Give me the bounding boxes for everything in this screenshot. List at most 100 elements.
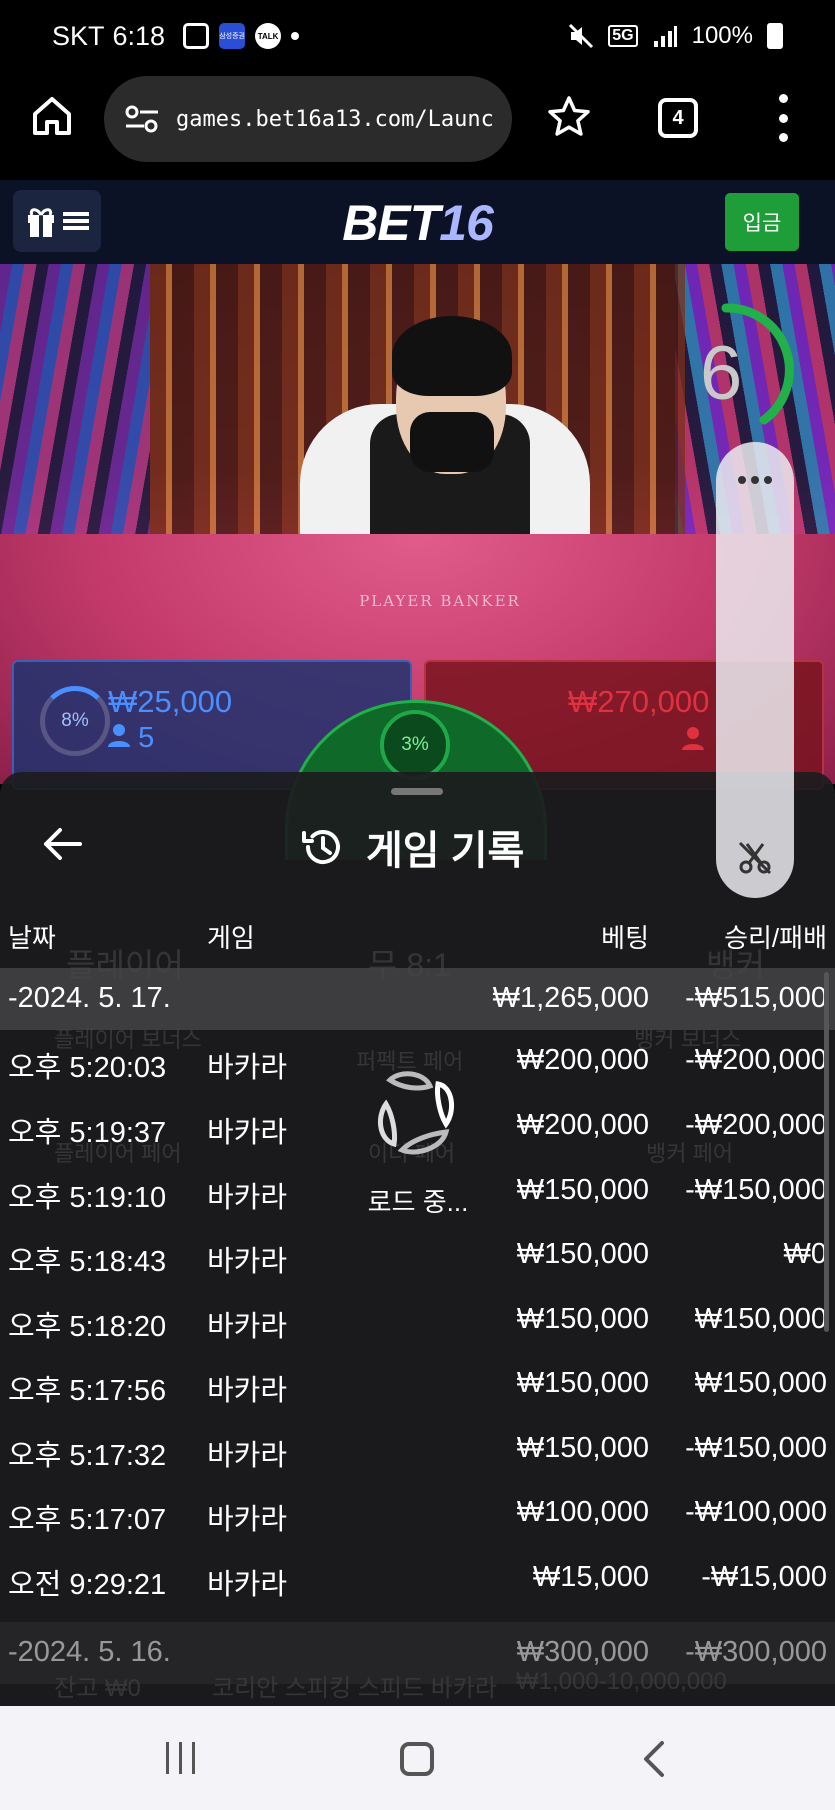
date-group-result: -₩300,000	[685, 1636, 827, 1668]
row-game: 바카라	[207, 1569, 288, 1601]
history-icon	[302, 830, 340, 864]
date-group-bet: ₩1,265,000	[492, 982, 649, 1014]
row-game: 바카라	[207, 1052, 288, 1084]
player-percentage: 8%	[40, 686, 110, 756]
row-bet: ₩200,000	[516, 1044, 649, 1076]
home-icon[interactable]	[30, 94, 74, 138]
clock: 6:18	[112, 20, 166, 51]
battery-icon	[767, 23, 783, 49]
row-time: 오전 9:29:21	[8, 1569, 167, 1601]
recent-apps-button[interactable]	[166, 1742, 195, 1774]
dealer-mask	[410, 412, 494, 472]
date-group-row[interactable]: -2024. 5. 16. ₩300,000 -₩300,000	[0, 1622, 835, 1684]
mute-icon	[569, 23, 594, 49]
logo-number: 16	[439, 195, 494, 251]
bookmark-star-icon[interactable]	[546, 94, 592, 140]
row-time: 오후 5:18:20	[8, 1311, 167, 1343]
row-result: -₩200,000	[685, 1109, 827, 1141]
row-result: -₩15,000	[701, 1561, 827, 1593]
player-bettor-count: 5	[108, 722, 154, 755]
row-game: 바카라	[207, 1182, 288, 1214]
sheet-drag-handle[interactable]	[391, 788, 443, 795]
loading-indicator: 로드 중...	[360, 1060, 476, 1220]
system-nav-bar	[0, 1706, 835, 1810]
row-result: -₩100,000	[685, 1496, 827, 1528]
network-label: 5G	[608, 25, 638, 47]
kakaotalk-icon: TALK	[255, 23, 282, 49]
table-row[interactable]: 오후 5:18:20 바카라 ₩150,000 ₩150,000	[0, 1289, 835, 1353]
side-tool-panel[interactable]	[716, 442, 794, 898]
row-time: 오후 5:19:37	[8, 1117, 167, 1149]
scissors-off-icon[interactable]	[737, 840, 773, 876]
row-bet: ₩150,000	[516, 1174, 649, 1206]
back-icon[interactable]	[640, 1740, 668, 1778]
sheet-title-text: 게임 기록	[366, 829, 525, 873]
row-result: ₩0	[783, 1238, 828, 1270]
row-bet: ₩15,000	[532, 1561, 649, 1593]
tie-percentage: 3%	[380, 710, 450, 780]
date-group-result: -₩515,000	[685, 982, 827, 1014]
status-bar: SKT 6:18 삼성증권 TALK 5G 100%	[0, 0, 835, 72]
person-icon	[682, 727, 704, 750]
bet16-logo[interactable]: BET16	[0, 194, 835, 252]
header-bet: 베팅	[601, 923, 649, 953]
row-game: 바카라	[207, 1375, 288, 1407]
table-row[interactable]: 오전 9:29:21 바카라 ₩15,000 -₩15,000	[0, 1547, 835, 1611]
row-bet: ₩200,000	[516, 1109, 649, 1141]
date-group-row[interactable]: -2024. 5. 17. ₩1,265,000 -₩515,000	[0, 968, 835, 1030]
back-arrow-icon[interactable]	[40, 822, 84, 866]
header-date: 날짜	[8, 923, 56, 953]
battery-label: 100%	[691, 22, 753, 49]
more-notifications-icon	[291, 32, 300, 40]
site-header: BET16 입금	[0, 180, 835, 264]
table-row[interactable]: 오후 5:17:56 바카라 ₩150,000 ₩150,000	[0, 1353, 835, 1417]
table-row[interactable]: 오후 5:17:07 바카라 ₩100,000 -₩100,000	[0, 1482, 835, 1546]
banker-total-amount: ₩270,000	[568, 684, 710, 719]
signal-icon	[653, 26, 677, 47]
address-bar[interactable]: games.bet16a13.com/Launc	[104, 76, 512, 162]
table-row[interactable]: 오후 5:18:43 바카라 ₩150,000 ₩0	[0, 1224, 835, 1288]
loading-spinner-icon	[377, 1071, 455, 1155]
row-bet: ₩150,000	[516, 1303, 649, 1335]
history-table-header: 날짜 게임 베팅 승리/패배	[0, 914, 835, 958]
history-scrollbar[interactable]	[824, 972, 829, 1332]
deposit-button[interactable]: 입금	[725, 193, 799, 251]
row-bet: ₩150,000	[516, 1367, 649, 1399]
date-group-label: -2024. 5. 16.	[8, 1636, 171, 1668]
row-time: 오후 5:20:03	[8, 1052, 167, 1084]
row-time: 오후 5:17:56	[8, 1375, 167, 1407]
player-count-text: 5	[138, 722, 155, 754]
header-game: 게임	[207, 923, 255, 953]
loading-text: 로드 중...	[367, 1187, 469, 1217]
row-game: 바카라	[207, 1504, 288, 1536]
row-bet: ₩100,000	[516, 1496, 649, 1528]
row-result: -₩150,000	[685, 1174, 827, 1206]
url-text[interactable]: games.bet16a13.com/Launc	[176, 107, 494, 132]
row-game: 바카라	[207, 1311, 288, 1343]
browser-menu-button[interactable]	[768, 94, 798, 142]
samsung-securities-icon: 삼성증권	[219, 23, 246, 49]
carrier-label: SKT	[52, 20, 105, 51]
tabs-button[interactable]: 4	[658, 98, 698, 138]
logo-text: BET	[342, 195, 440, 251]
row-game: 바카라	[207, 1117, 288, 1149]
table-print: PLAYER BANKER	[359, 592, 521, 610]
browser-toolbar: games.bet16a13.com/Launc 4	[0, 72, 835, 180]
row-time: 오후 5:19:10	[8, 1182, 167, 1214]
row-result: -₩200,000	[685, 1044, 827, 1076]
home-button[interactable]	[400, 1742, 434, 1776]
row-bet: ₩150,000	[516, 1432, 649, 1464]
row-result: ₩150,000	[694, 1303, 827, 1335]
more-options-icon[interactable]	[738, 476, 772, 484]
row-time: 오후 5:18:43	[8, 1246, 167, 1278]
table-row[interactable]: 오후 5:17:32 바카라 ₩150,000 -₩150,000	[0, 1418, 835, 1482]
row-game: 바카라	[207, 1440, 288, 1472]
notification-icons: 삼성증권 TALK	[183, 23, 300, 49]
status-right: 5G 100%	[568, 22, 783, 50]
row-game: 바카라	[207, 1246, 288, 1278]
led-backdrop-left	[0, 264, 150, 554]
dealer-hair	[392, 316, 512, 396]
date-group-bet: ₩300,000	[516, 1636, 649, 1668]
date-group-label: -2024. 5. 17.	[8, 982, 171, 1014]
site-settings-icon[interactable]	[124, 104, 160, 134]
